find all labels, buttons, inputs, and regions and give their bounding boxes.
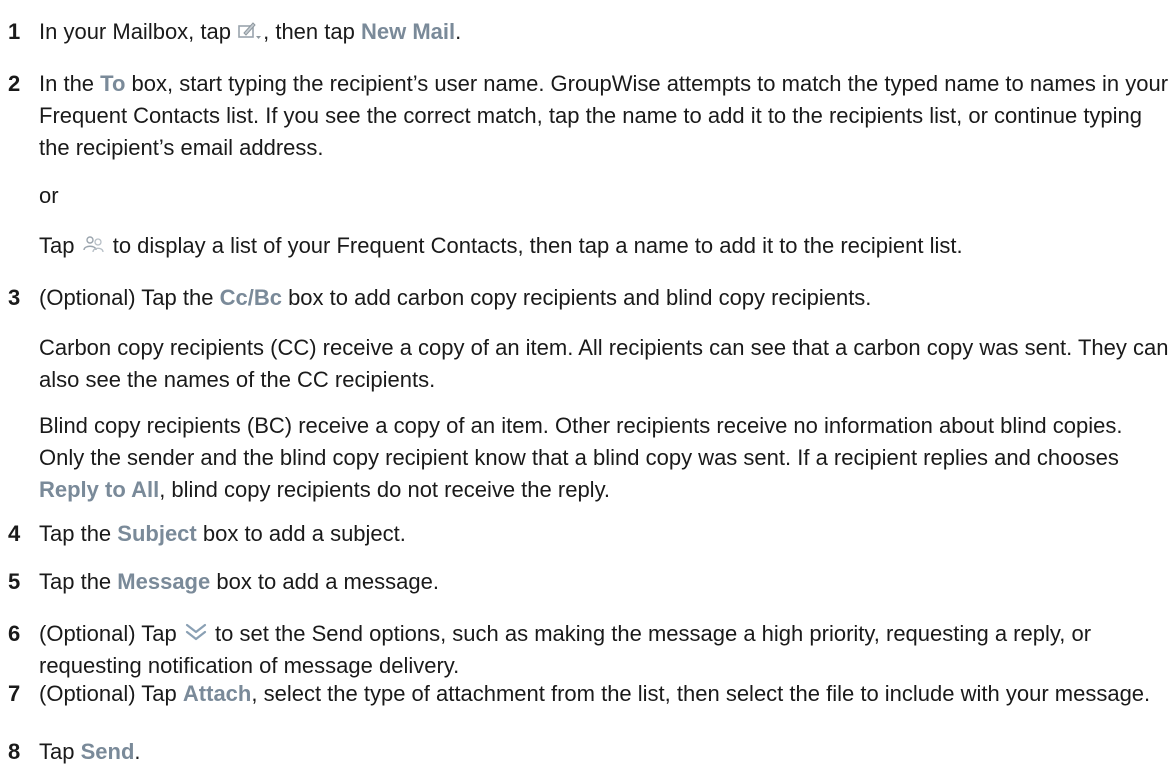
step-text: Tap the Message box to add a message. bbox=[39, 569, 439, 594]
step-text: In the To box, start typing the recipien… bbox=[39, 71, 1169, 160]
paragraph-bc: Blind copy recipients (BC) receive a cop… bbox=[39, 413, 1123, 502]
paragraph-cc: Carbon copy recipients (CC) receive a co… bbox=[39, 335, 1169, 392]
compose-icon bbox=[237, 19, 263, 41]
step-number: 8 bbox=[8, 739, 21, 764]
step-text: (Optional) Tap to set the Send options, … bbox=[39, 621, 1092, 678]
ui-term-to: To bbox=[100, 71, 126, 96]
step-number: 4 bbox=[8, 521, 21, 546]
ui-term-new-mail: New Mail bbox=[360, 19, 456, 44]
step-number: 1 bbox=[8, 19, 21, 44]
document-page: { "steps": [ { "number": "1", "part1": "… bbox=[0, 0, 1175, 769]
step-number: 7 bbox=[8, 681, 21, 706]
step-text: In your Mailbox, tap , then tap New Mail… bbox=[39, 19, 462, 44]
ui-term-send: Send bbox=[80, 739, 135, 764]
step-text: Tap to display a list of your Frequent C… bbox=[39, 233, 963, 258]
step-number: 3 bbox=[8, 285, 21, 310]
step-text: Tap Send. bbox=[39, 739, 141, 764]
step-text: (Optional) Tap the Cc/Bc box to add carb… bbox=[39, 285, 872, 310]
or-text: or bbox=[39, 183, 59, 208]
step-number: 2 bbox=[8, 71, 21, 96]
contacts-icon bbox=[81, 233, 107, 255]
ui-term-subject: Subject bbox=[117, 521, 197, 546]
double-chevron-down-icon bbox=[183, 621, 209, 643]
step-text: Tap the Subject box to add a subject. bbox=[39, 521, 406, 546]
ui-term-message: Message bbox=[117, 569, 211, 594]
step-number: 5 bbox=[8, 569, 21, 594]
ui-term-reply-to-all: Reply to All bbox=[39, 477, 160, 502]
step-number: 6 bbox=[8, 621, 21, 646]
step-text: (Optional) Tap Attach, select the type o… bbox=[39, 681, 1151, 706]
ui-term-cc-bc: Cc/Bc bbox=[219, 285, 282, 310]
ui-term-attach: Attach bbox=[182, 681, 252, 706]
